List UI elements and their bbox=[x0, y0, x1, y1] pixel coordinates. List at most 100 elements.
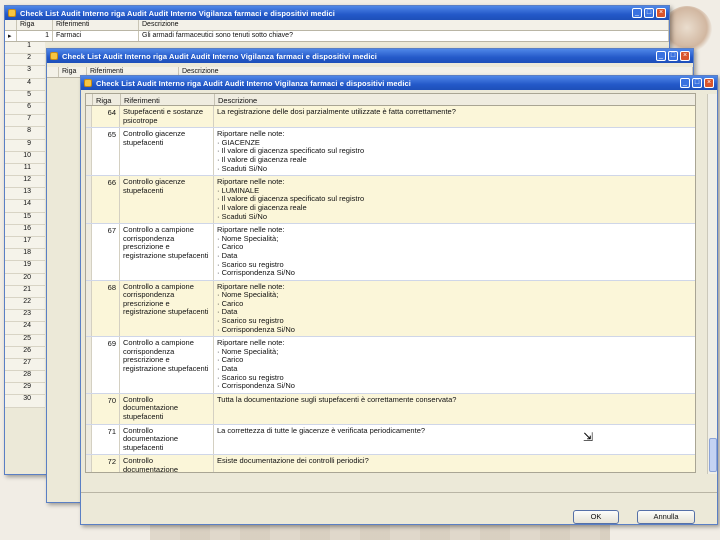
row-number: 8 bbox=[5, 127, 45, 140]
row-number: 19 bbox=[5, 261, 45, 274]
maximize-icon[interactable]: □ bbox=[668, 51, 678, 61]
row-number: 4 bbox=[5, 78, 45, 91]
row-riferimenti: Controllo giacenze stupefacenti bbox=[120, 176, 214, 224]
window-title: Check List Audit Interno riga Audit Audi… bbox=[62, 51, 377, 61]
row-riferimenti: Controllo giacenze stupefacenti bbox=[120, 128, 214, 176]
maximize-icon[interactable]: □ bbox=[644, 8, 654, 18]
row-number: 17 bbox=[5, 237, 45, 250]
back-first-row[interactable]: ▸ 1 Farmaci Gli armadi farmaceutici sono… bbox=[5, 31, 669, 42]
back-window-titlebar[interactable]: Check List Audit Interno riga Audit Audi… bbox=[5, 6, 669, 20]
table-row[interactable]: 64 Stupefacenti e sostanze psicotrope La r… bbox=[86, 106, 695, 129]
row-number: 2 bbox=[5, 54, 45, 67]
maximize-icon[interactable]: □ bbox=[692, 78, 702, 88]
row-number: 10 bbox=[5, 151, 45, 164]
row-number: 11 bbox=[5, 163, 45, 177]
row-number: 65 bbox=[92, 128, 120, 176]
row-riferimenti: Controllo a campione corrispondenza pres… bbox=[120, 280, 214, 337]
row-riferimenti: Controllo documentazione stupefacenti bbox=[120, 424, 214, 455]
row-descrizione: Tutta la documentazione sugli stupefacen… bbox=[217, 394, 457, 404]
col-descrizione[interactable]: Descrizione bbox=[139, 20, 669, 30]
table-row[interactable]: 70 Controllo documentazione stupefacenti T… bbox=[86, 393, 695, 425]
row-number: 5 bbox=[5, 90, 45, 103]
close-icon[interactable]: × bbox=[680, 51, 690, 61]
row-riferimenti: Stupefacenti e sostanze psicotrope bbox=[120, 106, 214, 128]
minimize-icon[interactable]: _ bbox=[632, 8, 642, 18]
row-number: 28 bbox=[5, 371, 45, 384]
row-number: 30 bbox=[5, 395, 45, 408]
table-row[interactable]: 68 Controllo a campione corrispondenza pr… bbox=[86, 280, 695, 338]
cancel-button[interactable]: Annulla bbox=[637, 510, 695, 524]
first-row-descrizione: Gli armadi farmaceutici sono tenuti sott… bbox=[139, 31, 669, 41]
table-row[interactable]: 67 Controllo a campione corrispondenza pr… bbox=[86, 224, 695, 281]
row-number: 3 bbox=[5, 66, 45, 79]
row-number: 69 bbox=[92, 337, 120, 393]
middle-window-titlebar[interactable]: Check List Audit Interno riga Audit Audi… bbox=[47, 49, 693, 63]
col-riga[interactable]: Riga bbox=[17, 20, 53, 30]
row-descrizione: La registrazione delle dosi parzialmente… bbox=[217, 107, 456, 116]
ok-button[interactable]: OK bbox=[573, 510, 619, 524]
row-selector-header bbox=[47, 67, 59, 77]
row-number: 20 bbox=[5, 273, 45, 286]
checklist-rows: 64 Stupefacenti e sostanze psicotrope La r… bbox=[86, 106, 695, 472]
row-riferimenti: Controllo a campione corrispondenza pres… bbox=[120, 224, 214, 280]
minimize-icon[interactable]: _ bbox=[680, 78, 690, 88]
table-row[interactable]: 69 Controllo a campione corrispondenza pr… bbox=[86, 337, 695, 394]
row-riferimenti: Controllo documentazione stupefacenti bbox=[120, 393, 214, 424]
first-row-riferimenti: Farmaci bbox=[53, 31, 139, 41]
row-number: 18 bbox=[5, 249, 45, 262]
row-number: 1 bbox=[5, 42, 45, 55]
col-riferimenti[interactable]: Riferimenti bbox=[53, 20, 139, 30]
col-descrizione[interactable]: Descrizione bbox=[215, 94, 695, 105]
window-title: Check List Audit Interno riga Audit Audi… bbox=[20, 8, 335, 18]
col-riferimenti[interactable]: Riferimenti bbox=[121, 94, 215, 105]
row-number: 26 bbox=[5, 346, 45, 359]
close-icon[interactable]: × bbox=[704, 78, 714, 88]
row-number: 14 bbox=[5, 200, 45, 213]
row-number: 7 bbox=[5, 115, 45, 128]
minimize-icon[interactable]: _ bbox=[656, 51, 666, 61]
table-row[interactable]: 66 Controllo giacenze stupefacenti Riporta… bbox=[86, 176, 695, 225]
back-row-numbers: 1 2 3 4 5 6 7 8 9 10 11 12 13 14 15 16 17 18 19 20 21 22 23 24 2… bbox=[5, 42, 45, 408]
row-number: 22 bbox=[5, 297, 45, 311]
vertical-scrollbar[interactable] bbox=[707, 94, 717, 474]
row-selector-header bbox=[86, 94, 93, 105]
front-window[interactable]: Check List Audit Interno riga Audit Audi… bbox=[80, 75, 718, 525]
row-descrizione: Esiste documentazione dei controlli peri… bbox=[217, 456, 369, 466]
row-number: 1 bbox=[17, 31, 53, 41]
row-number: 66 bbox=[92, 176, 120, 224]
scrollbar-thumb[interactable] bbox=[709, 438, 717, 472]
row-number: 12 bbox=[5, 176, 45, 189]
row-number: 71 bbox=[92, 424, 120, 455]
row-number: 21 bbox=[5, 285, 45, 298]
row-number: 27 bbox=[5, 358, 45, 372]
row-number: 16 bbox=[5, 224, 45, 237]
row-number: 6 bbox=[5, 102, 45, 116]
close-icon[interactable]: × bbox=[656, 8, 666, 18]
col-riga[interactable]: Riga bbox=[93, 94, 121, 105]
row-selector-icon: ▸ bbox=[5, 31, 17, 41]
table-row[interactable]: 72Controllo documentazione stupefacentiE… bbox=[86, 455, 695, 472]
row-number: 15 bbox=[5, 212, 45, 225]
row-number: 72 bbox=[92, 455, 120, 472]
background-decoration bbox=[150, 525, 610, 540]
row-selector-header bbox=[5, 20, 17, 30]
divider bbox=[81, 492, 717, 493]
checklist-header: Riga Riferimenti Descrizione bbox=[86, 94, 695, 106]
row-riferimenti: Controllo documentazione stupefacenti bbox=[120, 455, 214, 472]
row-number: 23 bbox=[5, 310, 45, 323]
table-row[interactable]: 65 Controllo giacenze stupefacenti Riporta… bbox=[86, 128, 695, 177]
row-number: 9 bbox=[5, 139, 45, 152]
table-row[interactable]: 71 Controllo documentazione stupefacenti L… bbox=[86, 424, 695, 456]
row-descrizione: Riportare nelle note: · Nome Specialità;… bbox=[217, 281, 295, 334]
row-number: 64 bbox=[92, 106, 120, 128]
row-number: 68 bbox=[92, 280, 120, 337]
row-descrizione: Riportare nelle note: · LUMINALE · Il va… bbox=[217, 177, 365, 221]
row-riferimenti: Controllo a campione corrispondenza pres… bbox=[120, 337, 214, 393]
checklist-table: Riga Riferimenti Descrizione 64 Stupeface… bbox=[85, 93, 696, 473]
front-window-titlebar[interactable]: Check List Audit Interno riga Audit Audi… bbox=[81, 76, 717, 90]
row-number: 13 bbox=[5, 188, 45, 201]
row-descrizione: Riportare nelle note: · Nome Specialità;… bbox=[217, 338, 295, 391]
row-descrizione: Riportare nelle note: · GIACENZE · Il va… bbox=[217, 129, 365, 173]
app-icon bbox=[8, 9, 16, 17]
app-icon bbox=[50, 52, 58, 60]
